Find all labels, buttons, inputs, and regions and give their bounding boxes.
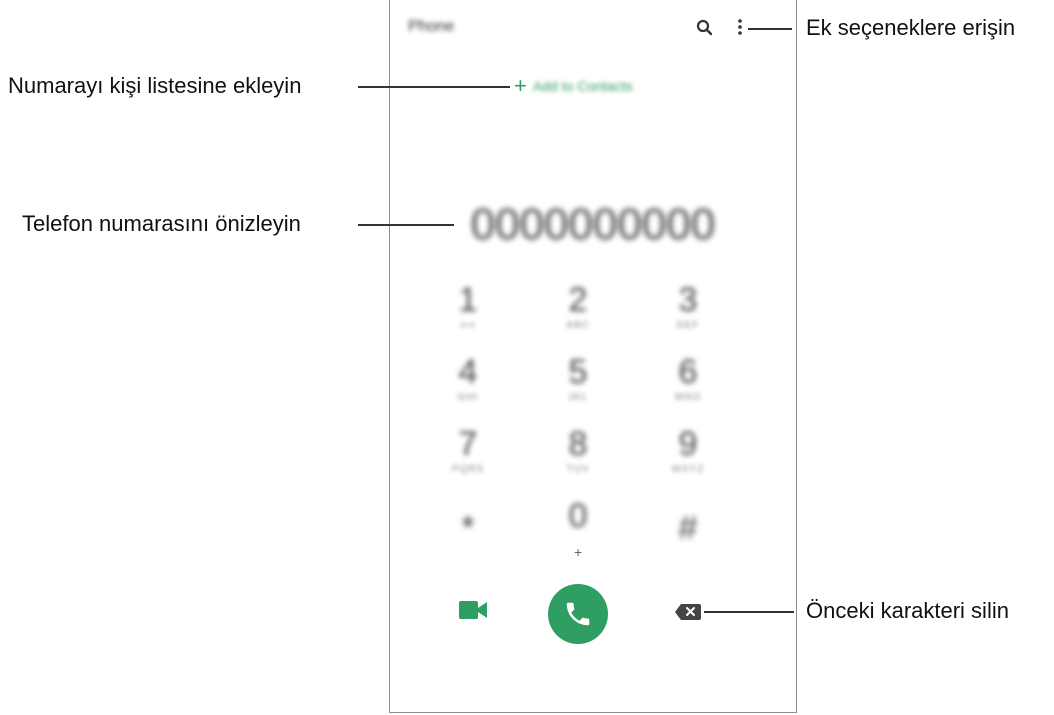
callout-add-contact: Numarayı kişi listesine ekleyin [8, 73, 302, 98]
key-digit: 8 [568, 425, 588, 463]
video-call-icon[interactable] [458, 598, 488, 622]
phone-screen: Phone + Add to Contacts 0000000000 1 ∞∞ … [389, 0, 797, 713]
key-letters: GHI [457, 392, 479, 403]
key-0-plus: + [574, 544, 583, 560]
callout-line-more-options [748, 28, 792, 30]
add-to-contacts-label: Add to Contacts [532, 78, 633, 94]
key-letters: ABC [566, 320, 590, 331]
key-digit: 3 [678, 281, 698, 319]
key-letters: MNO [674, 392, 702, 403]
key-letters: ∞∞ [459, 320, 477, 331]
callout-line-preview-number [358, 224, 454, 226]
key-star[interactable]: * [428, 508, 508, 548]
search-icon[interactable] [695, 18, 715, 38]
key-letters: JKL [567, 392, 589, 403]
key-digit: 5 [568, 353, 588, 391]
key-9[interactable]: 9 WXYZ [648, 424, 728, 476]
key-letters: DEF [676, 320, 700, 331]
key-3[interactable]: 3 DEF [648, 280, 728, 332]
key-5[interactable]: 5 JKL [538, 352, 618, 404]
backspace-icon[interactable] [674, 603, 702, 621]
key-1[interactable]: 1 ∞∞ [428, 280, 508, 332]
key-digit: 9 [678, 425, 698, 463]
key-digit: 2 [568, 281, 588, 319]
key-letters: PQRS [451, 464, 485, 475]
plus-icon: + [514, 73, 527, 98]
callout-line-add-contact [358, 86, 510, 88]
more-options-icon[interactable] [735, 16, 745, 38]
call-button[interactable] [548, 584, 608, 644]
key-digit: # [678, 509, 698, 547]
key-digit: 1 [458, 281, 478, 319]
key-digit: 7 [458, 425, 478, 463]
callout-delete-char: Önceki karakteri silin [806, 598, 1009, 623]
callout-line-delete-char [704, 611, 794, 613]
add-to-contacts-button[interactable]: + Add to Contacts [514, 74, 632, 98]
key-2[interactable]: 2 ABC [538, 280, 618, 332]
key-7[interactable]: 7 PQRS [428, 424, 508, 476]
key-hash[interactable]: # [648, 508, 728, 548]
callout-more-options: Ek seçeneklere erişin [806, 15, 1016, 40]
key-digit: 6 [678, 353, 698, 391]
key-letters: TUV [566, 464, 590, 475]
key-4[interactable]: 4 GHI [428, 352, 508, 404]
phone-icon [566, 602, 590, 626]
callout-preview-number: Telefon numarasını önizleyin [22, 211, 301, 236]
key-digit: 0 [568, 497, 588, 535]
key-digit: 4 [458, 353, 478, 391]
key-6[interactable]: 6 MNO [648, 352, 728, 404]
key-letters: WXYZ [671, 464, 705, 475]
key-0[interactable]: 0 [538, 496, 618, 536]
key-digit: * [461, 509, 475, 547]
key-8[interactable]: 8 TUV [538, 424, 618, 476]
app-title: Phone [408, 18, 455, 35]
